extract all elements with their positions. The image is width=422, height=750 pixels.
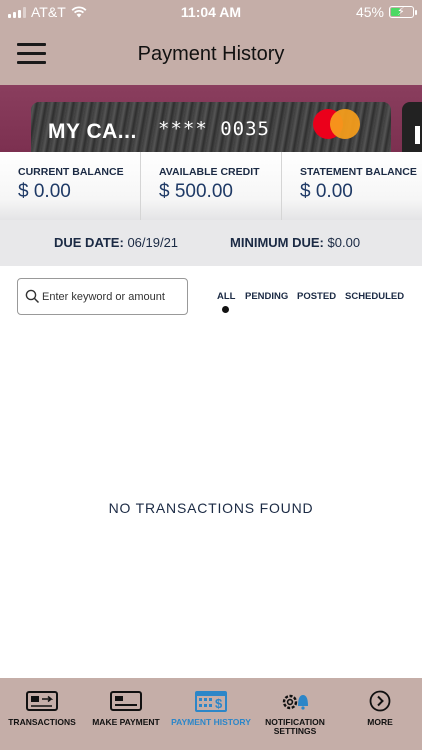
top-header: AT&T 11:04 AM 45% ⚡ Payment History	[0, 0, 422, 85]
tab-label: PAYMENT HISTORY	[171, 717, 251, 727]
balance-value: $ 0.00	[300, 181, 353, 202]
chevron-right-circle-icon	[369, 690, 391, 712]
transactions-icon	[26, 691, 58, 711]
available-credit: AVAILABLE CREDIT $ 500.00	[140, 152, 281, 220]
tab-payment-history[interactable]: $ PAYMENT HISTORY	[169, 678, 253, 750]
search-box[interactable]	[17, 278, 188, 315]
filter-posted[interactable]: POSTED	[297, 291, 336, 302]
minimum-due-label: MINIMUM DUE:	[230, 235, 324, 250]
minimum-due-value: $0.00	[327, 235, 361, 250]
page-title: Payment History	[137, 43, 285, 65]
due-info-bar: DUE DATE: 06/19/21 MINIMUM DUE: $0.00	[0, 220, 422, 266]
tab-label: TRANSACTIONS	[8, 717, 76, 727]
svg-text:$: $	[215, 696, 223, 711]
balance-label: AVAILABLE CREDIT	[159, 166, 260, 178]
balance-summary: CURRENT BALANCE $ 0.00 AVAILABLE CREDIT …	[0, 152, 422, 220]
due-date: DUE DATE: 06/19/21	[54, 235, 178, 250]
filter-all[interactable]: ALL	[217, 291, 235, 302]
credit-card[interactable]: MY CA... **** 0035	[31, 102, 391, 152]
balance-label: STATEMENT BALANCE	[300, 166, 417, 178]
battery-icon: ⚡	[389, 6, 417, 18]
current-balance: CURRENT BALANCE $ 0.00	[0, 152, 140, 220]
filter-pending[interactable]: PENDING	[245, 291, 288, 302]
tab-transactions[interactable]: TRANSACTIONS	[0, 678, 84, 750]
card-icon	[110, 691, 142, 711]
card-name: MY CA...	[48, 120, 137, 143]
card-number: **** 0035	[158, 118, 270, 140]
tab-notification-settings[interactable]: NOTIFICATION SETTINGS	[253, 678, 337, 750]
tab-label: MORE	[367, 717, 393, 727]
search-icon	[25, 289, 40, 304]
tab-label: NOTIFICATION SETTINGS	[265, 717, 325, 736]
balance-label: CURRENT BALANCE	[18, 166, 124, 178]
selected-filter-indicator	[222, 306, 229, 313]
calendar-dollar-icon: $	[195, 691, 227, 712]
search-input[interactable]	[42, 287, 184, 307]
status-bar: AT&T 11:04 AM 45% ⚡	[0, 0, 422, 24]
empty-state-message: NO TRANSACTIONS FOUND	[108, 500, 314, 516]
mastercard-logo	[313, 109, 361, 139]
bottom-tab-bar: TRANSACTIONS MAKE PAYMENT $ PAYMENT HIST…	[0, 678, 422, 750]
tab-make-payment[interactable]: MAKE PAYMENT	[84, 678, 168, 750]
gear-bell-icon	[282, 694, 308, 710]
balance-value: $ 500.00	[159, 181, 233, 202]
next-card[interactable]	[402, 102, 422, 152]
battery-percent: 45%	[355, 4, 384, 20]
minimum-due: MINIMUM DUE: $0.00	[230, 235, 360, 250]
balance-value: $ 0.00	[18, 181, 71, 202]
statement-balance: STATEMENT BALANCE $ 0.00	[281, 152, 422, 220]
battery-status: 45% ⚡	[355, 4, 417, 20]
tab-label: MAKE PAYMENT	[92, 717, 160, 727]
due-date-label: DUE DATE:	[54, 235, 124, 250]
tab-more[interactable]: MORE	[338, 678, 422, 750]
card-carousel[interactable]: MY CA... **** 0035	[0, 85, 422, 152]
due-date-value: 06/19/21	[127, 235, 179, 250]
filter-scheduled[interactable]: SCHEDULED	[345, 291, 404, 302]
